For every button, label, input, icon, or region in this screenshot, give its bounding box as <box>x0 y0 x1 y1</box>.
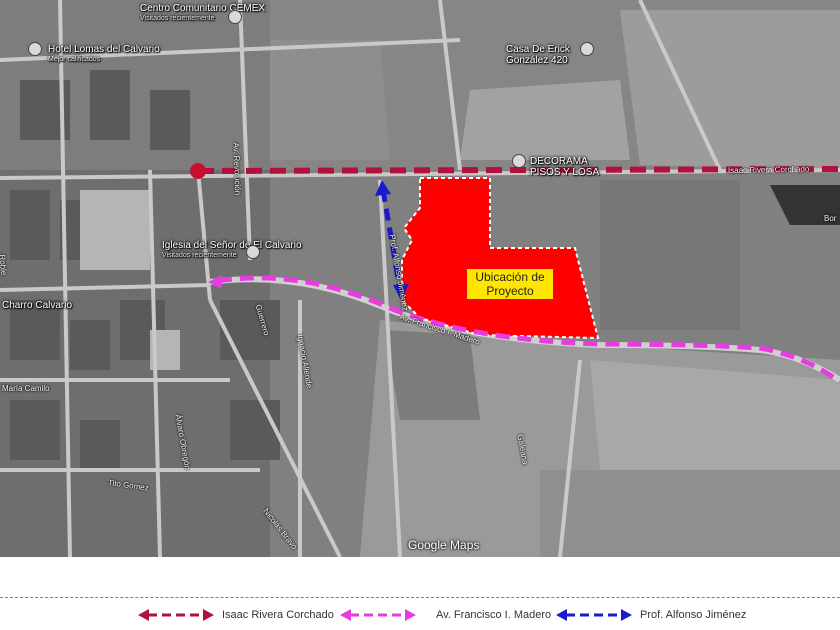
poi-sublabel: Visitados recientemente <box>140 15 215 22</box>
map-attribution: Google Maps <box>408 538 480 552</box>
poi-label: DECORAMA PISOS Y LOSA <box>530 156 600 178</box>
poi-decorama[interactable]: DECORAMA PISOS Y LOSA <box>530 156 620 178</box>
store-icon[interactable] <box>512 154 526 168</box>
location-pin-icon[interactable] <box>228 10 242 24</box>
project-location-label: Ubicación de Proyecto <box>467 269 553 299</box>
double-arrow-icon <box>340 609 416 621</box>
street-label: Av. Revolución <box>231 142 243 196</box>
aerial-map[interactable]: Centro Comunitario CEMEX Visitados recie… <box>0 0 840 557</box>
map-legend: Isaac Rivera Corchado Av. Francisco I. M… <box>0 604 840 626</box>
legend-label: Isaac Rivera Corchado <box>222 609 334 621</box>
double-arrow-icon <box>138 609 214 621</box>
poi-iglesia[interactable]: Iglesia del Señor de El Calvario Visitad… <box>162 240 302 260</box>
routes <box>190 163 840 385</box>
alfonso-arrowhead-top <box>375 180 391 196</box>
church-icon[interactable] <box>246 245 260 259</box>
poi-label: Iglesia del Señor de El Calvario <box>162 240 302 251</box>
legend-divider <box>0 597 840 598</box>
poi-casa-erick[interactable]: Casa De Erick González 420 <box>506 44 586 66</box>
poi-hotel-lomas[interactable]: Hotel Lomas del Calvario Mejor calificad… <box>48 44 160 64</box>
poi-centro-comunitario[interactable]: Centro Comunitario CEMEX Visitados recie… <box>140 3 265 23</box>
location-pin-icon[interactable] <box>580 42 594 56</box>
poi-label: Centro Comunitario CEMEX <box>140 3 266 14</box>
legend-label: Av. Francisco I. Madero <box>436 609 552 621</box>
legend-label: Prof. Alfonso Jiménez <box>640 609 747 621</box>
poi-label: Hotel Lomas del Calvario <box>48 44 160 55</box>
poi-charro[interactable]: Charro Calvario <box>2 300 72 311</box>
poi-sublabel: Mejor calificados <box>48 56 101 63</box>
route-start-marker <box>190 163 206 179</box>
madero-arrowhead <box>208 275 222 289</box>
hotel-icon[interactable] <box>28 42 42 56</box>
street-label: Bor <box>824 214 837 223</box>
poi-sublabel: Visitados recientemente <box>162 252 237 259</box>
poi-label: Charro Calvario <box>2 300 73 311</box>
street-label: María Camilo <box>2 384 50 393</box>
double-arrow-icon <box>556 609 632 621</box>
street-label: Isaac Rivera Corchado <box>727 164 810 175</box>
poi-label: Casa De Erick González 420 <box>506 44 570 66</box>
